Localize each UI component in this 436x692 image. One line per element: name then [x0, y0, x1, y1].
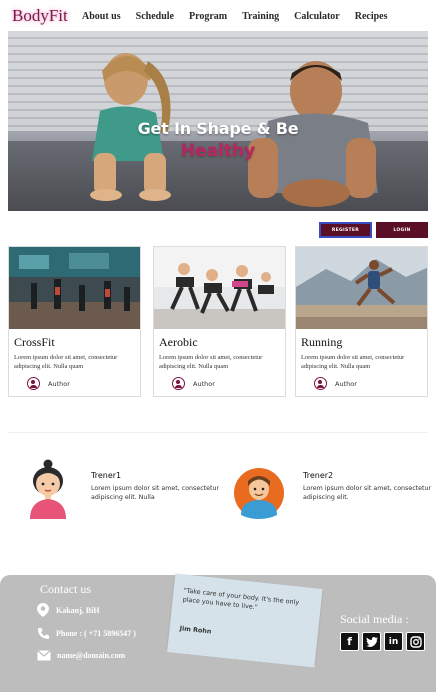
- card-title: Running: [301, 335, 343, 349]
- phone-icon: [38, 628, 49, 639]
- contact-email: name@domain.com: [37, 650, 125, 661]
- trainer2-avatar: [234, 468, 284, 519]
- twitter-icon[interactable]: [362, 632, 381, 651]
- nav-recipes[interactable]: Recipes: [355, 11, 388, 22]
- card-title: CrossFit: [14, 335, 55, 349]
- nav-training[interactable]: Training: [242, 11, 279, 22]
- author-label: Author: [48, 379, 70, 388]
- register-button[interactable]: REGISTER: [319, 222, 372, 238]
- quote-author: Jim Rohn: [179, 624, 212, 636]
- crossfit-gym-image: [9, 247, 140, 329]
- section-divider: [8, 432, 428, 433]
- instagram-icon[interactable]: [406, 632, 425, 651]
- running-man-image: [296, 247, 427, 329]
- nav-about-us[interactable]: About us: [82, 11, 121, 22]
- card-text: Lorem ipsum dolor sit amet, consectetur …: [301, 354, 405, 370]
- card-text: Lorem ipsum dolor sit amet, consectetur …: [159, 354, 263, 370]
- card-title: Aerobic: [159, 335, 198, 349]
- top-navigation: BodyFit About us Schedule Program Traini…: [0, 0, 436, 32]
- nav-schedule[interactable]: Schedule: [136, 11, 174, 22]
- user-icon: [314, 377, 327, 390]
- login-button[interactable]: LOGIN: [376, 222, 428, 238]
- contact-title: Contact us: [40, 582, 91, 596]
- social-icons: f in: [340, 632, 425, 651]
- user-icon: [172, 377, 185, 390]
- phone-text: Phone : ( +71 5896547 ): [56, 629, 136, 638]
- site-footer: Contact us Kakanj, BiH Phone : ( +71 589…: [0, 573, 436, 692]
- trainer-text: Lorem ipsum dolor sit amet, consectetur …: [91, 485, 220, 501]
- trainer-text: Lorem ipsum dolor sit amet, consectetur …: [303, 485, 432, 501]
- card-author: Author: [314, 377, 357, 390]
- card-author: Author: [172, 377, 215, 390]
- linkedin-icon[interactable]: in: [384, 632, 403, 651]
- facebook-icon[interactable]: f: [340, 632, 359, 651]
- program-card-aerobic[interactable]: Aerobic Lorem ipsum dolor sit amet, cons…: [153, 246, 286, 397]
- quote-text: "Take care of your body. It's the only p…: [182, 586, 300, 612]
- trainer-name: Trener1: [91, 471, 122, 480]
- mail-icon: [37, 650, 51, 661]
- address-text: Kakanj, BiH: [56, 605, 100, 615]
- contact-phone: Phone : ( +71 5896547 ): [37, 627, 136, 640]
- trainer1-avatar: [30, 459, 66, 519]
- brand-logo[interactable]: BodyFit: [12, 6, 68, 26]
- card-text: Lorem ipsum dolor sit amet, consectetur …: [14, 354, 118, 370]
- trainer-name: Trener2: [303, 471, 334, 480]
- email-text[interactable]: name@domain.com: [57, 651, 125, 660]
- author-label: Author: [335, 379, 357, 388]
- program-card-running[interactable]: Running Lorem ipsum dolor sit amet, cons…: [295, 246, 428, 397]
- hero-subtitle: Healthy: [180, 141, 256, 161]
- nav-calculator[interactable]: Calculator: [294, 11, 340, 22]
- location-pin-icon: [37, 603, 49, 617]
- nav-links: About us Schedule Program Training Calcu…: [82, 11, 403, 22]
- social-title: Social media :: [340, 612, 409, 626]
- hero-banner: Get In Shape & Be Healthy: [8, 31, 428, 211]
- contact-address: Kakanj, BiH: [37, 603, 100, 617]
- author-label: Author: [193, 379, 215, 388]
- hero-title: Get In Shape & Be: [137, 119, 299, 138]
- aerobic-class-image: [154, 247, 285, 329]
- program-card-crossfit[interactable]: CrossFit Lorem ipsum dolor sit amet, con…: [8, 246, 141, 397]
- nav-program[interactable]: Program: [189, 11, 227, 22]
- card-author: Author: [27, 377, 70, 390]
- quote-note: "Take care of your body. It's the only p…: [167, 573, 323, 665]
- user-icon: [27, 377, 40, 390]
